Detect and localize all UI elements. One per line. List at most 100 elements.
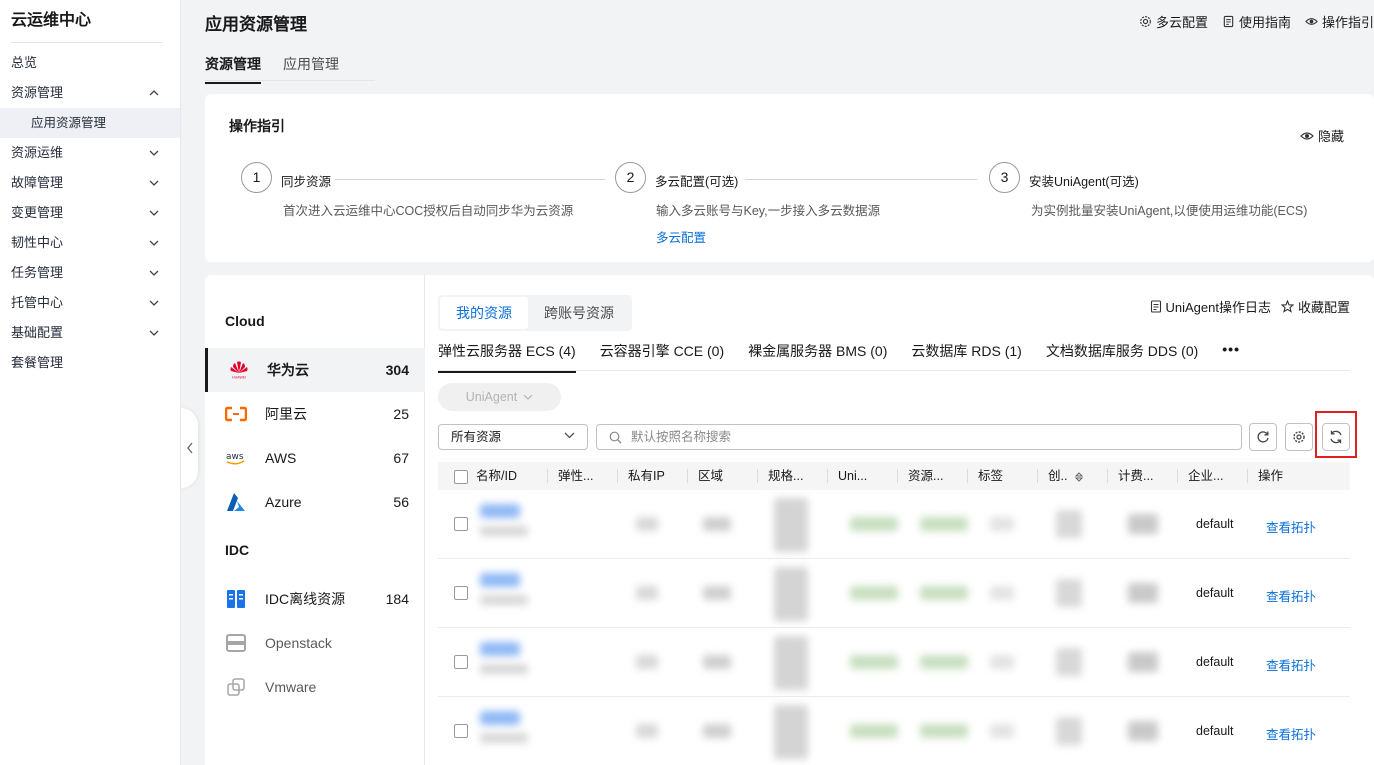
sidebar-collapse-button[interactable] xyxy=(181,408,198,488)
table-row: default 查看拓扑 xyxy=(438,697,1350,765)
sidebar-item-label: 任务管理 xyxy=(11,265,64,280)
sidebar-item-resource-ops[interactable]: 资源运维 xyxy=(0,138,180,168)
chevron-down-icon xyxy=(564,432,575,439)
provider-count: 184 xyxy=(385,591,409,607)
provider-aws[interactable]: aws AWS 67 xyxy=(205,436,425,480)
blurred-cell xyxy=(850,724,898,738)
tab-rds[interactable]: 云数据库 RDS (1) xyxy=(911,341,1021,373)
sidebar-item-app-resource-management[interactable]: 应用资源管理 xyxy=(0,108,180,138)
view-topology-link[interactable]: 查看拓扑 xyxy=(1266,724,1316,743)
step-3-title: 安装UniAgent(可选) xyxy=(1029,175,1139,189)
guide-title: 操作指引 xyxy=(229,118,285,134)
row-checkbox[interactable] xyxy=(454,655,468,669)
sidebar-item-label: 套餐管理 xyxy=(11,355,64,370)
operation-guide-card: 操作指引 隐藏 1 同步资源 首次进入云运维中心COC授权后自动同步华为云资源 … xyxy=(205,94,1374,262)
enterprise-project: default xyxy=(1196,586,1234,600)
column-header-eip: 弹性... xyxy=(548,462,618,490)
row-checkbox[interactable] xyxy=(454,586,468,600)
refresh-icon xyxy=(1257,431,1269,443)
segment-my-resources[interactable]: 我的资源 xyxy=(440,297,528,329)
blurred-cell xyxy=(703,517,731,531)
row-checkbox[interactable] xyxy=(454,724,468,738)
blurred-cell xyxy=(1128,514,1158,534)
operation-guide-link[interactable]: 操作指引 xyxy=(1305,12,1374,31)
favorite-config-label: 收藏配置 xyxy=(1297,300,1350,315)
step-2-description: 输入多云账号与Key,一步接入多云数据源 xyxy=(656,204,881,218)
provider-huawei[interactable]: HUAWEI 华为云 304 xyxy=(205,348,425,392)
resource-filter-select[interactable]: 所有资源 xyxy=(438,424,588,450)
step-1-number: 1 xyxy=(241,162,272,193)
blurred-cell xyxy=(480,595,528,605)
sidebar-item-overview[interactable]: 总览 xyxy=(0,48,180,78)
tab-cce[interactable]: 云容器引擎 CCE (0) xyxy=(600,341,724,373)
column-header-billing: 计费... xyxy=(1108,462,1178,490)
uniagent-dropdown-button[interactable]: UniAgent xyxy=(438,383,561,411)
blurred-cell xyxy=(480,504,520,518)
view-topology-link[interactable]: 查看拓扑 xyxy=(1266,655,1316,674)
blurred-cell xyxy=(480,573,520,587)
view-topology-link[interactable]: 查看拓扑 xyxy=(1266,517,1316,536)
blurred-cell xyxy=(1056,717,1082,745)
sidebar-item-hosting-center[interactable]: 托管中心 xyxy=(0,288,180,318)
view-topology-link[interactable]: 查看拓扑 xyxy=(1266,586,1316,605)
tab-bms[interactable]: 裸金属服务器 BMS (0) xyxy=(748,341,887,373)
huawei-logo-icon: HUAWEI xyxy=(228,359,250,381)
more-tabs-button[interactable]: ••• xyxy=(1222,341,1240,373)
multicloud-config-label: 多云配置 xyxy=(1155,15,1208,30)
multicloud-config-link[interactable]: 多云配置 xyxy=(1139,12,1208,31)
provider-count: 25 xyxy=(393,406,409,422)
chevron-down-icon xyxy=(149,150,159,156)
settings-button[interactable] xyxy=(1285,423,1313,451)
provider-idc-offline[interactable]: IDC离线资源 184 xyxy=(205,577,425,621)
search-input[interactable]: 默认按照名称搜索 xyxy=(596,424,1242,450)
column-header-uniagent: Uni... xyxy=(828,462,898,490)
provider-name: 华为云 xyxy=(267,362,309,378)
sidebar-item-resilience-center[interactable]: 韧性中心 xyxy=(0,228,180,258)
step-1-title: 同步资源 xyxy=(281,175,332,189)
step-2-number: 2 xyxy=(615,162,646,193)
provider-count: 304 xyxy=(385,362,409,378)
provider-azure[interactable]: Azure 56 xyxy=(205,480,425,524)
sidebar-item-fault-management[interactable]: 故障管理 xyxy=(0,168,180,198)
provider-aliyun[interactable]: 阿里云 25 xyxy=(205,392,425,436)
provider-vmware[interactable]: Vmware xyxy=(205,665,425,709)
gear-icon xyxy=(1293,431,1305,443)
blurred-cell xyxy=(1056,579,1082,607)
sidebar-item-label: 资源管理 xyxy=(11,85,64,100)
sidebar-item-package-management[interactable]: 套餐管理 xyxy=(0,348,180,378)
tab-ecs[interactable]: 弹性云服务器 ECS (4) xyxy=(438,341,576,373)
column-header-created[interactable]: 创.. xyxy=(1038,462,1108,490)
blurred-cell xyxy=(480,642,520,656)
table-row: default 查看拓扑 xyxy=(438,559,1350,628)
blurred-cell xyxy=(920,517,968,531)
blurred-cell xyxy=(1128,721,1158,741)
aws-logo-icon: aws xyxy=(225,447,247,469)
sidebar-item-basic-config[interactable]: 基础配置 xyxy=(0,318,180,348)
sidebar-item-resource-management[interactable]: 资源管理 xyxy=(0,78,180,108)
sidebar-title: 云运维中心 xyxy=(11,12,92,29)
sidebar-item-change-management[interactable]: 变更管理 xyxy=(0,198,180,228)
segment-cross-account-resources[interactable]: 跨账号资源 xyxy=(528,297,630,329)
sidebar-item-task-management[interactable]: 任务管理 xyxy=(0,258,180,288)
column-header-actions: 操作 xyxy=(1258,469,1284,483)
multicloud-config-step-link[interactable]: 多云配置 xyxy=(656,227,706,246)
blurred-cell xyxy=(990,517,1014,531)
select-all-checkbox[interactable] xyxy=(454,469,468,484)
row-checkbox[interactable] xyxy=(454,517,468,531)
resource-main-card: Cloud HUAWEI 华为云 304 阿里云 25 aws AWS 67 A… xyxy=(205,275,1374,765)
step-connector xyxy=(335,179,605,180)
eye-icon xyxy=(1300,131,1314,140)
service-tabs: 弹性云服务器 ECS (4) 云容器引擎 CCE (0) 裸金属服务器 BMS … xyxy=(438,341,1264,373)
azure-logo-icon xyxy=(225,491,247,513)
user-guide-link[interactable]: 使用指南 xyxy=(1222,12,1291,31)
favorite-config-link[interactable]: 收藏配置 xyxy=(1280,297,1350,316)
hide-guide-button[interactable]: 隐藏 xyxy=(1300,126,1344,145)
step-2-title: 多云配置(可选) xyxy=(655,175,739,189)
provider-openstack[interactable]: Openstack xyxy=(205,621,425,665)
tab-dds[interactable]: 文档数据库服务 DDS (0) xyxy=(1046,341,1198,373)
uniagent-log-link[interactable]: UniAgent操作日志 xyxy=(1150,297,1271,316)
column-header-spec: 规格... xyxy=(758,462,828,490)
blurred-cell xyxy=(1056,648,1082,676)
refresh-button[interactable] xyxy=(1249,423,1277,451)
provider-name: Vmware xyxy=(265,679,317,695)
